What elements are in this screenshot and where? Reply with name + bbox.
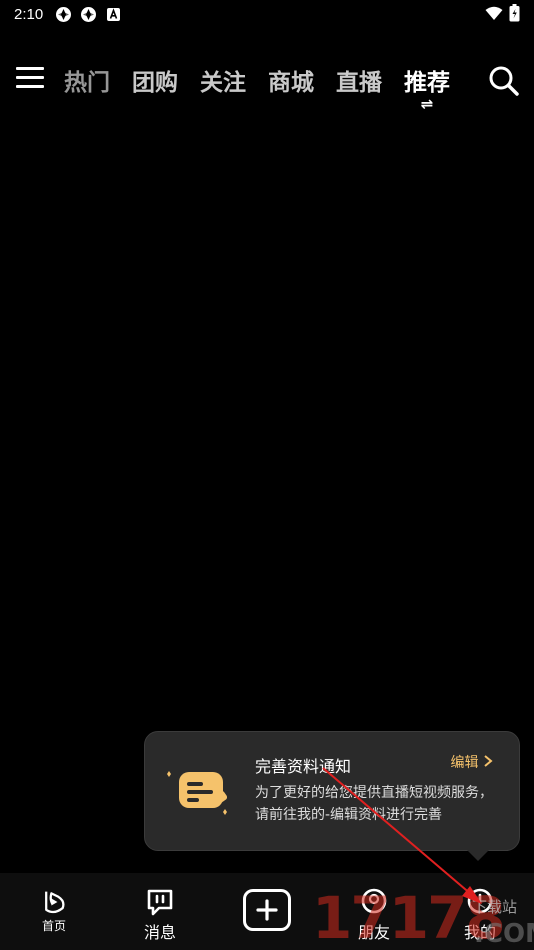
menu-icon[interactable] [16, 67, 44, 93]
tab-live[interactable]: 直播 [336, 63, 382, 97]
edit-label: 编辑 [450, 755, 479, 771]
tab-group-buy[interactable]: 团购 [132, 63, 178, 97]
tab-following[interactable]: 关注 [200, 63, 246, 97]
nav-home-label: 首页 [41, 919, 66, 933]
message-icon [147, 889, 173, 916]
status-bar: 2:10 [0, 0, 534, 28]
chevron-right-icon [483, 755, 493, 771]
search-icon[interactable] [488, 65, 520, 97]
category-tabs: 热门 团购 关注 商城 直播 推荐 ⇌ [64, 63, 472, 113]
popup-title: 完善资料通知 [255, 757, 352, 776]
tab-hot[interactable]: 热门 [64, 63, 110, 97]
tab-recommend[interactable]: 推荐 ⇌ [404, 63, 450, 113]
nav-messages[interactable]: 消息 [142, 873, 178, 950]
create-post-button[interactable] [243, 889, 291, 931]
home-icon [45, 891, 65, 914]
tab-mall[interactable]: 商城 [268, 63, 314, 97]
swap-indicator-icon: ⇌ [420, 95, 434, 113]
watermark-com: .COM [474, 919, 534, 949]
nav-messages-label: 消息 [143, 923, 176, 942]
popup-message-line: 请前往我的-编辑资料进行完善 [255, 807, 443, 823]
edit-profile-illustration-icon [165, 762, 235, 822]
top-navigation: 热门 团购 关注 商城 直播 推荐 ⇌ [0, 55, 534, 113]
plus-icon [256, 899, 278, 921]
wifi-icon [485, 6, 503, 25]
popup-message-line: 为了更好的给您提供直播短视频服务， [255, 785, 493, 801]
app-notification-icon [55, 6, 72, 23]
app-notification-icon [80, 6, 97, 23]
popup-message: 为了更好的给您提供直播短视频服务， 请前往我的-编辑资料进行完善 [255, 782, 511, 826]
edit-profile-link[interactable]: 编辑 [451, 752, 493, 772]
status-time: 2:10 [14, 5, 44, 23]
watermark-site: 下载站 [472, 898, 518, 916]
nav-home[interactable]: 首页 [37, 873, 71, 950]
profile-notice-popup[interactable]: 完善资料通知 编辑 为了更好的给您提供直播短视频服务， 请前往我的-编辑资料进行… [144, 731, 520, 861]
keyboard-a-icon [105, 6, 122, 23]
battery-icon [509, 4, 520, 26]
